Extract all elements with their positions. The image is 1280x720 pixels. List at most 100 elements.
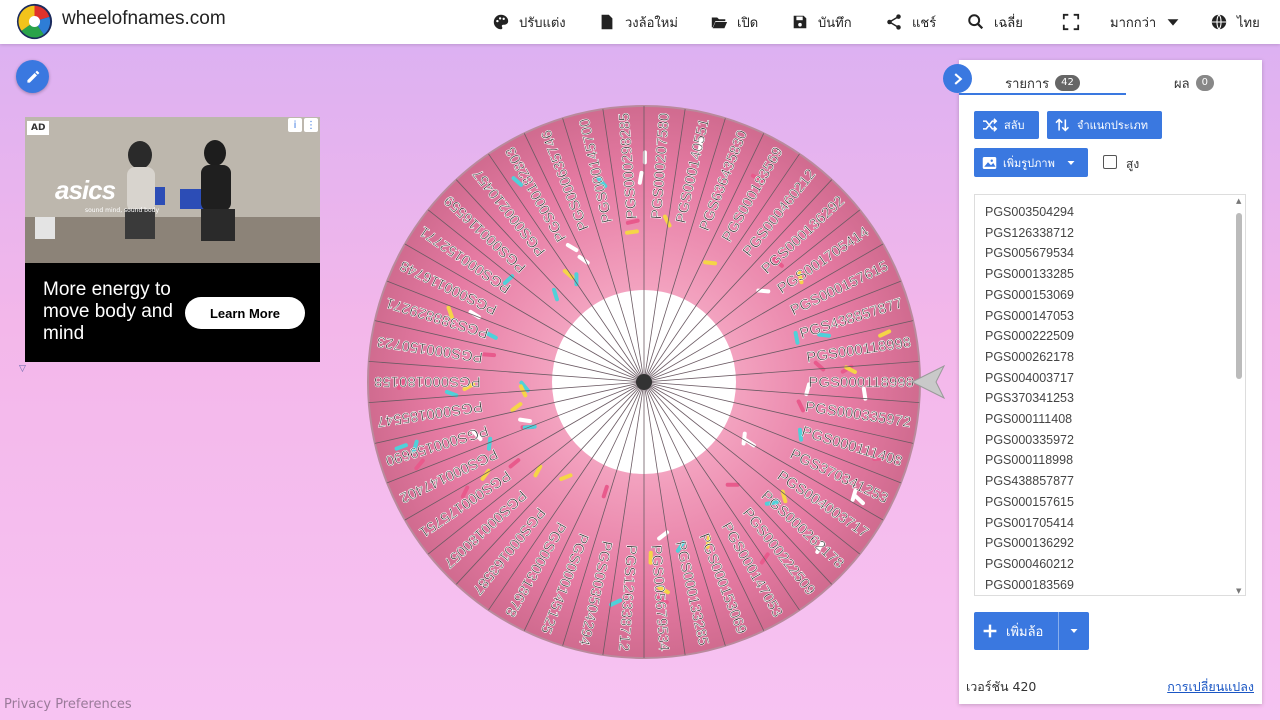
nav-language[interactable]: ไทย bbox=[1210, 10, 1260, 34]
shuffle-button[interactable]: สลับ bbox=[974, 111, 1039, 139]
sort-button[interactable]: จำแนกประเภท bbox=[1047, 111, 1162, 139]
entry-item[interactable]: PGS000136292 bbox=[985, 536, 1074, 550]
tab-results[interactable]: ผล 0 bbox=[1126, 66, 1262, 100]
nav-label: บันทึก bbox=[818, 15, 852, 31]
site-title[interactable]: wheelofnames.com bbox=[62, 8, 226, 30]
sort-icon bbox=[1055, 118, 1069, 132]
button-divider bbox=[1058, 612, 1059, 650]
ad-choices-icon[interactable]: ▽ bbox=[19, 364, 26, 374]
ad-tagline: sound mind, sound body bbox=[85, 207, 160, 214]
scrollbar-thumb[interactable] bbox=[1236, 213, 1242, 379]
panel-toggle-button[interactable] bbox=[943, 64, 972, 93]
ad-headline: More energy to move body and mind bbox=[43, 279, 173, 344]
nav-label: ไทย bbox=[1237, 15, 1260, 31]
entry-item[interactable]: PGS000262178 bbox=[985, 350, 1074, 364]
ad-info-icon[interactable]: i bbox=[288, 118, 302, 132]
advertisement[interactable]: AD i ⋮ asics sound mind, sound body More… bbox=[25, 117, 320, 362]
search-icon bbox=[968, 14, 984, 30]
entry-item[interactable]: PGS005679534 bbox=[985, 246, 1074, 260]
wheel-graphic[interactable]: PGS000118998PGS000335972PGS000111408PGS3… bbox=[366, 104, 922, 660]
advanced-checkbox[interactable] bbox=[1103, 155, 1117, 169]
entry-item[interactable]: PGS000157615 bbox=[985, 495, 1074, 509]
pencil-icon bbox=[26, 70, 39, 83]
entries-scrollbar[interactable]: ▲ ▼ bbox=[1235, 197, 1243, 595]
top-bar: wheelofnames.com ปรับแต่ง วงล้อใหม่ เปิด… bbox=[0, 0, 1280, 44]
entry-item[interactable]: PGS004003717 bbox=[985, 371, 1074, 385]
save-icon bbox=[793, 15, 807, 29]
nav-save[interactable]: บันทึก bbox=[791, 10, 852, 34]
nav-fullscreen[interactable] bbox=[1062, 10, 1089, 34]
entry-item[interactable]: PGS000111408 bbox=[985, 412, 1072, 426]
advanced-label: สูง bbox=[1126, 157, 1140, 171]
nav-open[interactable]: เปิด bbox=[710, 10, 758, 34]
ad-close-icon[interactable]: ⋮ bbox=[304, 118, 318, 132]
wheel-segment-label: PGS000118998 bbox=[808, 374, 914, 391]
entry-item[interactable]: PGS000460212 bbox=[985, 557, 1074, 571]
active-tab-indicator bbox=[959, 93, 1126, 95]
nav-more[interactable]: มากกว่า bbox=[1110, 10, 1182, 34]
changelog-link[interactable]: การเปลี่ยนแปลง bbox=[1167, 677, 1254, 697]
nav-share[interactable]: แชร์ bbox=[885, 10, 936, 34]
shuffle-icon bbox=[983, 118, 998, 132]
ad-photo: AD i ⋮ asics sound mind, sound body bbox=[25, 117, 320, 263]
entry-item[interactable]: PGS000147053 bbox=[985, 309, 1074, 323]
caret-down-icon[interactable] bbox=[1068, 626, 1080, 636]
nav-label: เฉลี่ย bbox=[994, 15, 1023, 31]
wheel-pointer-icon bbox=[910, 364, 946, 400]
logo-icon[interactable] bbox=[16, 3, 53, 40]
nav-label: มากกว่า bbox=[1110, 15, 1157, 31]
scroll-up-icon[interactable]: ▲ bbox=[1236, 197, 1241, 205]
entry-item[interactable]: PGS000183569 bbox=[985, 578, 1074, 592]
nav-label: ปรับแต่ง bbox=[519, 15, 566, 31]
sprinkle bbox=[642, 150, 647, 165]
nav-label: วงล้อใหม่ bbox=[625, 15, 678, 31]
file-icon bbox=[601, 14, 613, 30]
ad-brand-logo: asics bbox=[55, 175, 116, 205]
nav-new-wheel[interactable]: วงล้อใหม่ bbox=[598, 10, 678, 34]
entry-item[interactable]: PGS000118998 bbox=[985, 453, 1073, 467]
entry-item[interactable]: PGS003504294 bbox=[985, 205, 1074, 219]
scroll-down-icon[interactable]: ▼ bbox=[1236, 587, 1241, 595]
privacy-preferences-link[interactable]: Privacy Preferences bbox=[4, 697, 132, 712]
wheel[interactable]: PGS000118998 PGS000335972 PGS000111408 PGS3… bbox=[366, 104, 922, 660]
entries-textarea[interactable]: PGS003504294 PGS126338712 PGS005679534 PGS0… bbox=[974, 194, 1246, 596]
nav-customize[interactable]: ปรับแต่ง bbox=[492, 10, 566, 34]
ad-badge: AD bbox=[27, 121, 50, 135]
chevron-right-icon bbox=[954, 72, 962, 85]
entries-count-badge: 42 bbox=[1055, 75, 1080, 91]
fullscreen-icon bbox=[1062, 13, 1080, 31]
sort-label: จำแนกประเภท bbox=[1077, 119, 1148, 132]
entry-item[interactable]: PGS000222509 bbox=[985, 329, 1074, 343]
entry-item[interactable]: PGS000133285 bbox=[985, 267, 1074, 281]
shuffle-label: สลับ bbox=[1004, 119, 1025, 132]
nav-label: แชร์ bbox=[912, 15, 937, 31]
entry-item[interactable]: PGS438857877 bbox=[985, 474, 1074, 488]
add-image-button[interactable]: เพิ่มรูปภาพ bbox=[974, 148, 1088, 177]
add-image-label: เพิ่มรูปภาพ bbox=[1003, 156, 1055, 170]
folder-open-icon bbox=[711, 17, 728, 29]
caret-down-icon bbox=[1067, 160, 1075, 165]
ad-controls: i ⋮ bbox=[288, 118, 318, 132]
add-wheel-button[interactable]: เพิ่มล้อ bbox=[974, 612, 1089, 650]
plus-icon bbox=[983, 624, 997, 638]
entries-panel: รายการ 42 ผล 0 สลับ จำแนกประเภท เพิ่มรูป… bbox=[959, 60, 1262, 704]
nav-search[interactable]: เฉลี่ย bbox=[967, 10, 1023, 34]
version-label: เวอร์ชัน 420 bbox=[966, 679, 1037, 694]
wheel-segment-label: PGS000180158 bbox=[374, 373, 481, 390]
entry-item[interactable]: PGS370341253 bbox=[985, 391, 1074, 405]
entry-item[interactable]: PGS126338712 bbox=[985, 226, 1074, 240]
caret-down-icon bbox=[1167, 19, 1179, 26]
tab-entries-label: รายการ bbox=[1005, 76, 1050, 92]
nav-label: เปิด bbox=[737, 15, 759, 31]
entry-item[interactable]: PGS000153069 bbox=[985, 288, 1074, 302]
entry-item[interactable]: PGS000335972 bbox=[985, 433, 1074, 447]
entry-item[interactable]: PGS001705414 bbox=[985, 516, 1074, 530]
globe-icon bbox=[1211, 14, 1227, 30]
edit-wheel-button[interactable] bbox=[16, 60, 49, 93]
results-count-badge: 0 bbox=[1195, 75, 1214, 91]
tab-results-label: ผล bbox=[1174, 76, 1190, 92]
image-icon bbox=[982, 156, 997, 169]
share-icon bbox=[887, 14, 901, 30]
ad-learn-more-button[interactable]: Learn More bbox=[185, 297, 305, 329]
sprinkle bbox=[574, 272, 579, 287]
